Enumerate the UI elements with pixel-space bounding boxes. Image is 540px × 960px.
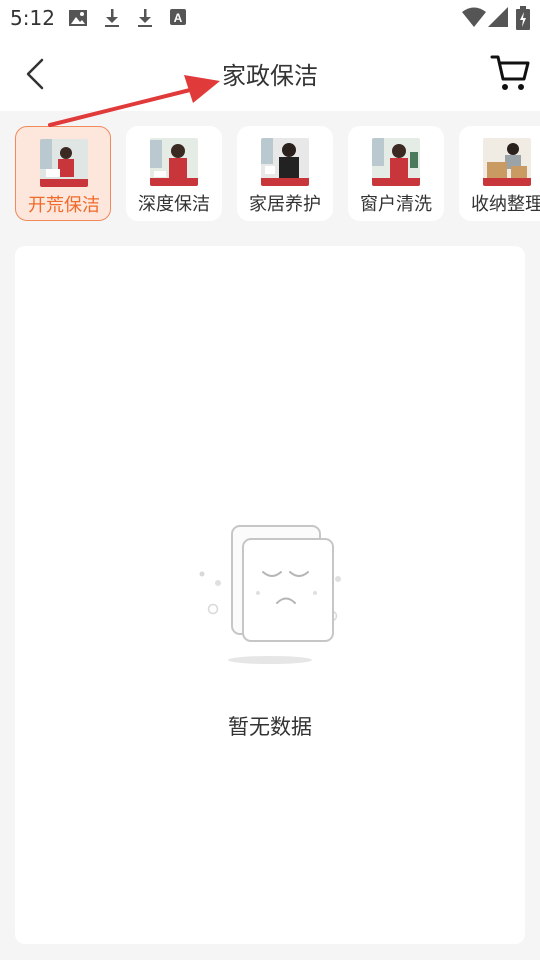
empty-box-sad-icon [199, 525, 341, 664]
category-label: 开荒保洁 [28, 195, 100, 216]
wifi-icon [462, 7, 486, 27]
status-time: 5:12 [10, 6, 55, 30]
download-icon [105, 9, 119, 27]
cart-icon[interactable] [490, 53, 530, 93]
status-bar: 5:12 A [0, 0, 540, 36]
svg-text:A: A [174, 11, 183, 25]
category-label: 家居养护 [249, 194, 321, 215]
empty-state-message: 暂无数据 [228, 715, 312, 739]
category-thumb-image [40, 139, 88, 187]
category-thumb-image [483, 138, 531, 186]
category-label: 收纳整理 [471, 194, 540, 215]
category-tab-jiaju[interactable]: 家居养护 [237, 126, 333, 221]
category-label: 深度保洁 [138, 194, 210, 215]
annotation-arrow [48, 75, 220, 127]
download-icon [138, 9, 152, 27]
category-tab-shouna[interactable]: 收纳整理 [459, 126, 540, 221]
battery-icon [516, 6, 530, 30]
signal-icon [488, 7, 508, 27]
a-icon: A [170, 9, 186, 25]
category-label: 窗户清洗 [360, 194, 432, 215]
image-icon [69, 10, 87, 26]
category-thumb-image [372, 138, 420, 186]
category-thumb-image [150, 138, 198, 186]
content-panel: 暂无数据 [15, 246, 525, 944]
category-tab-chuanghu[interactable]: 窗户清洗 [348, 126, 444, 221]
category-tab-kaihuang[interactable]: 开荒保洁 [15, 126, 111, 221]
category-thumb-image [261, 138, 309, 186]
category-tab-shendu[interactable]: 深度保洁 [126, 126, 222, 221]
